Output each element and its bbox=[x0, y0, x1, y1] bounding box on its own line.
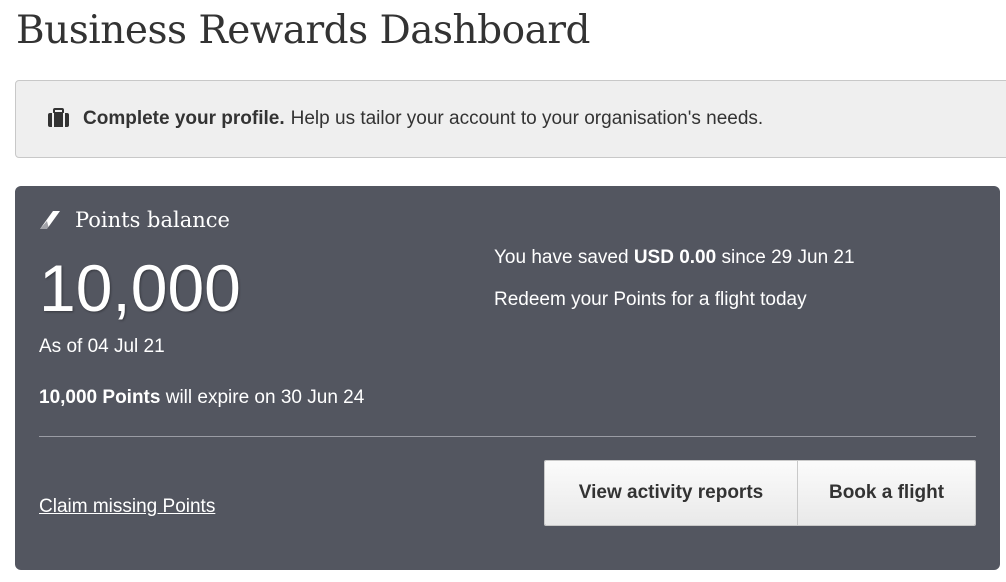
book-a-flight-button[interactable]: Book a flight bbox=[798, 461, 975, 525]
banner-heading: Complete your profile. bbox=[83, 108, 285, 129]
redeem-text: Redeem your Points for a flight today bbox=[494, 289, 807, 310]
savings-suffix: since 29 Jun 21 bbox=[721, 247, 855, 268]
savings-prefix: You have saved bbox=[494, 247, 629, 268]
points-balance-card: Points balance 10,000 As of 04 Jul 21 10… bbox=[15, 186, 1000, 570]
points-expiry: 10,000 Points will expire on 30 Jun 24 bbox=[39, 387, 364, 409]
airline-tail-icon bbox=[40, 211, 60, 229]
card-title: Points balance bbox=[75, 208, 230, 232]
page-title: Business Rewards Dashboard bbox=[16, 8, 590, 53]
briefcase-icon bbox=[48, 108, 69, 127]
card-header: Points balance bbox=[38, 208, 230, 232]
expiry-text: will expire on 30 Jun 24 bbox=[165, 387, 365, 408]
expiry-points: 10,000 Points bbox=[39, 387, 161, 408]
claim-missing-points-link[interactable]: Claim missing Points bbox=[39, 496, 215, 518]
banner-text: Help us tailor your account to your orga… bbox=[290, 108, 764, 129]
action-buttons: View activity reports Book a flight bbox=[544, 460, 976, 526]
savings-amount: USD 0.00 bbox=[633, 247, 717, 268]
view-activity-reports-button[interactable]: View activity reports bbox=[545, 461, 798, 525]
divider bbox=[39, 436, 976, 437]
complete-profile-banner[interactable]: Complete your profile. Help us tailor yo… bbox=[15, 80, 1006, 158]
points-balance-value: 10,000 bbox=[39, 251, 241, 325]
savings-summary: You have saved USD 0.00 since 29 Jun 21 bbox=[494, 247, 855, 269]
as-of-date: As of 04 Jul 21 bbox=[39, 336, 165, 357]
